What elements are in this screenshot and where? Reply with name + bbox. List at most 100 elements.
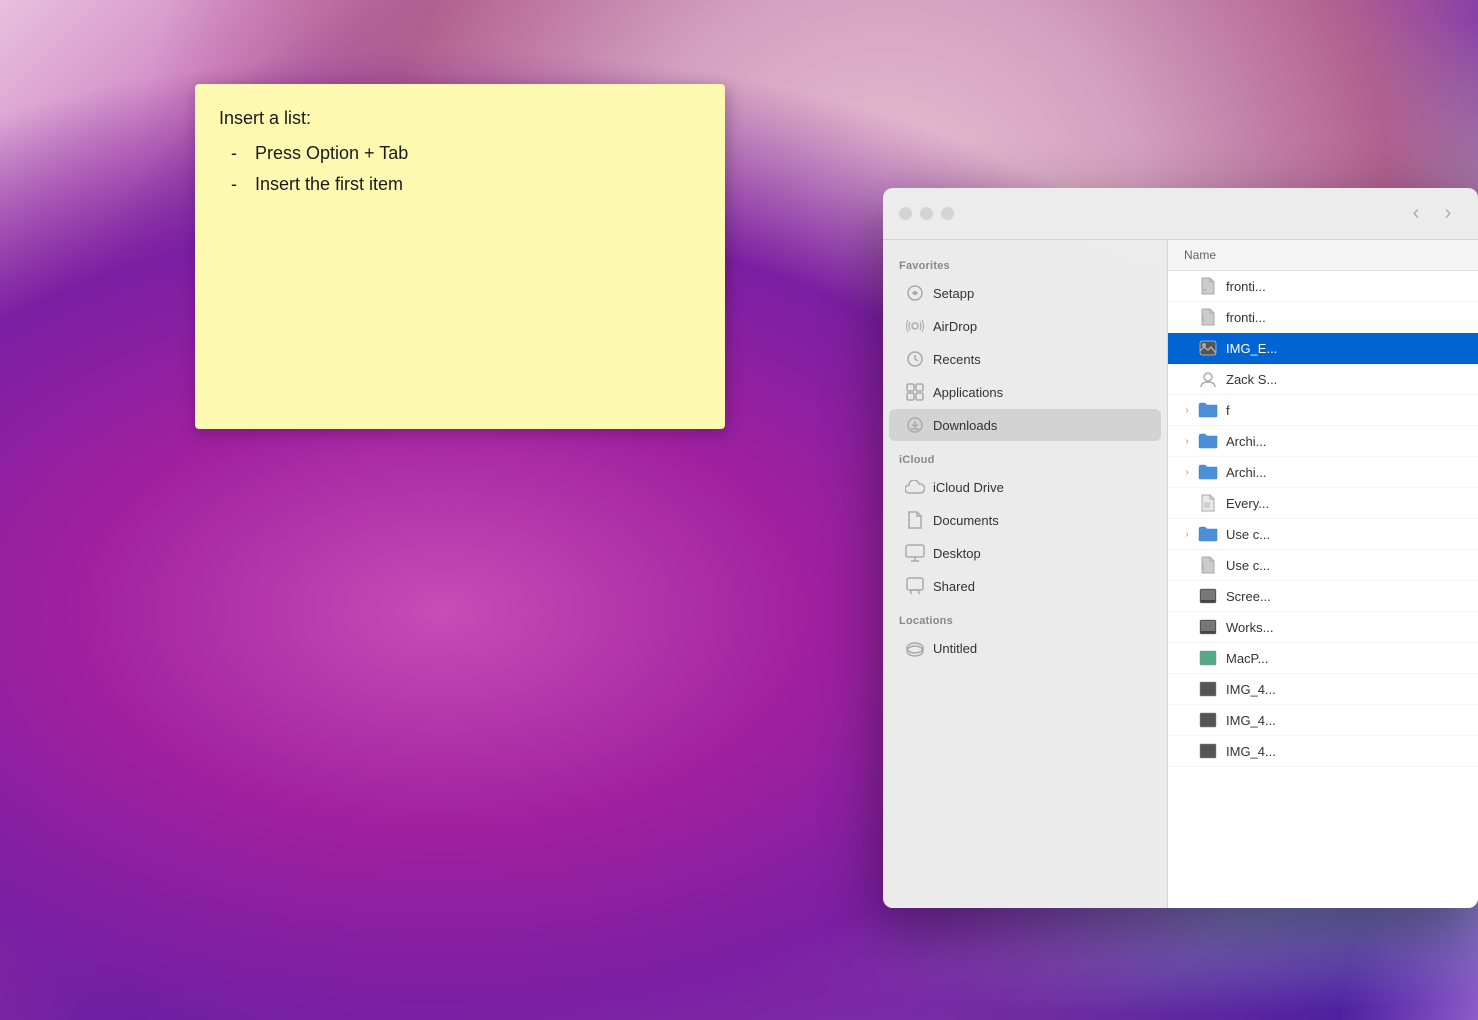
disk-icon: [905, 638, 925, 658]
file-name-works: Works...: [1226, 620, 1273, 635]
file-icon-works: [1198, 617, 1218, 637]
file-item-usec2[interactable]: Use c...: [1168, 550, 1478, 581]
locations-section-label: Locations: [883, 603, 1167, 631]
setapp-icon: [905, 283, 925, 303]
expand-space-scree: [1180, 589, 1194, 603]
file-item-every[interactable]: Every...: [1168, 488, 1478, 519]
expand-icon-f: ›: [1180, 403, 1194, 417]
file-item-fronti2[interactable]: fronti...: [1168, 302, 1478, 333]
file-item-works[interactable]: Works...: [1168, 612, 1478, 643]
sidebar-item-desktop[interactable]: Desktop: [889, 537, 1161, 569]
note-dash-1: -: [231, 139, 255, 168]
expand-space-2: [1180, 310, 1194, 324]
sidebar-item-setapp[interactable]: Setapp: [889, 277, 1161, 309]
expand-space-macp: [1180, 651, 1194, 665]
column-header: Name: [1168, 240, 1478, 271]
expand-icon-usec1: ›: [1180, 527, 1194, 541]
sidebar-label-desktop: Desktop: [933, 546, 981, 561]
sidebar-label-airdrop: AirDrop: [933, 319, 977, 334]
finder-body: Favorites Setapp: [883, 240, 1478, 908]
sidebar-item-downloads[interactable]: Downloads: [889, 409, 1161, 441]
file-item-img42[interactable]: IMG_4...: [1168, 705, 1478, 736]
file-item-img41[interactable]: IMG_4...: [1168, 674, 1478, 705]
expand-space-img41: [1180, 682, 1194, 696]
file-item-macp[interactable]: MacP...: [1168, 643, 1478, 674]
file-item-img-e[interactable]: IMG_E...: [1168, 333, 1478, 364]
minimize-button[interactable]: [920, 207, 933, 220]
cloud-icon: [905, 477, 925, 497]
file-name-img43: IMG_4...: [1226, 744, 1276, 759]
file-icon-img43: [1198, 741, 1218, 761]
note-title: Insert a list:: [219, 104, 701, 133]
applications-icon: [905, 382, 925, 402]
file-name-usec2: Use c...: [1226, 558, 1270, 573]
sidebar-label-icloud-drive: iCloud Drive: [933, 480, 1004, 495]
file-item-scree[interactable]: Scree...: [1168, 581, 1478, 612]
file-name-f: f: [1226, 403, 1230, 418]
sidebar-label-untitled: Untitled: [933, 641, 977, 656]
recents-icon: [905, 349, 925, 369]
file-item-zack[interactable]: Zack S...: [1168, 364, 1478, 395]
file-icon-img-e: [1198, 338, 1218, 358]
file-name-img42: IMG_4...: [1226, 713, 1276, 728]
file-item-fronti1[interactable]: fronti...: [1168, 271, 1478, 302]
file-name-zack: Zack S...: [1226, 372, 1277, 387]
finder-window: ‹ › Favorites Setapp: [883, 188, 1478, 908]
icloud-section-label: iCloud: [883, 442, 1167, 470]
expand-space-img42: [1180, 713, 1194, 727]
file-icon-1: [1198, 276, 1218, 296]
file-icon-f: [1198, 400, 1218, 420]
note-text-1: Press Option + Tab: [255, 139, 408, 168]
file-name-archi2: Archi...: [1226, 465, 1266, 480]
file-name-macp: MacP...: [1226, 651, 1268, 666]
close-button[interactable]: [899, 207, 912, 220]
file-name-scree: Scree...: [1226, 589, 1271, 604]
shared-icon: [905, 576, 925, 596]
file-icon-scree: [1198, 586, 1218, 606]
file-item-img43[interactable]: IMG_4...: [1168, 736, 1478, 767]
maximize-button[interactable]: [941, 207, 954, 220]
chevron-right-icon: ›: [1445, 202, 1452, 225]
sidebar-item-icloud-drive[interactable]: iCloud Drive: [889, 471, 1161, 503]
file-icon-archi1: [1198, 431, 1218, 451]
expand-space-works: [1180, 620, 1194, 634]
file-item-archi1[interactable]: › Archi...: [1168, 426, 1478, 457]
note-item-1: - Press Option + Tab: [231, 139, 701, 168]
file-icon-archi2: [1198, 462, 1218, 482]
file-list: fronti... fronti... IMG_E...: [1168, 271, 1478, 908]
note-dash-2: -: [231, 170, 255, 199]
expand-icon-archi1: ›: [1180, 434, 1194, 448]
file-item-archi2[interactable]: › Archi...: [1168, 457, 1478, 488]
file-icon-every: [1198, 493, 1218, 513]
documents-icon: [905, 510, 925, 530]
expand-space-4: [1180, 372, 1194, 386]
sidebar-label-documents: Documents: [933, 513, 999, 528]
file-icon-zack: [1198, 369, 1218, 389]
sidebar-label-setapp: Setapp: [933, 286, 974, 301]
file-icon-usec1: [1198, 524, 1218, 544]
expand-space-usec2: [1180, 558, 1194, 572]
expand-space-3: [1180, 341, 1194, 355]
chevron-left-icon: ‹: [1413, 202, 1420, 225]
sticky-note: Insert a list: - Press Option + Tab - In…: [195, 84, 725, 429]
note-text-2: Insert the first item: [255, 170, 403, 199]
sidebar-item-airdrop[interactable]: AirDrop: [889, 310, 1161, 342]
file-item-usec1[interactable]: › Use c...: [1168, 519, 1478, 550]
sidebar-item-applications[interactable]: Applications: [889, 376, 1161, 408]
back-button[interactable]: ‹: [1402, 200, 1430, 228]
finder-titlebar: ‹ ›: [883, 188, 1478, 240]
sidebar-item-shared[interactable]: Shared: [889, 570, 1161, 602]
forward-button[interactable]: ›: [1434, 200, 1462, 228]
note-item-2: - Insert the first item: [231, 170, 701, 199]
file-item-f[interactable]: › f: [1168, 395, 1478, 426]
sidebar-item-documents[interactable]: Documents: [889, 504, 1161, 536]
expand-icon-archi2: ›: [1180, 465, 1194, 479]
nav-buttons: ‹ ›: [1402, 200, 1462, 228]
expand-space-every: [1180, 496, 1194, 510]
favorites-section-label: Favorites: [883, 248, 1167, 276]
downloads-icon: [905, 415, 925, 435]
sidebar-item-untitled[interactable]: Untitled: [889, 632, 1161, 664]
sidebar-label-downloads: Downloads: [933, 418, 997, 433]
sidebar-item-recents[interactable]: Recents: [889, 343, 1161, 375]
file-icon-2: [1198, 307, 1218, 327]
